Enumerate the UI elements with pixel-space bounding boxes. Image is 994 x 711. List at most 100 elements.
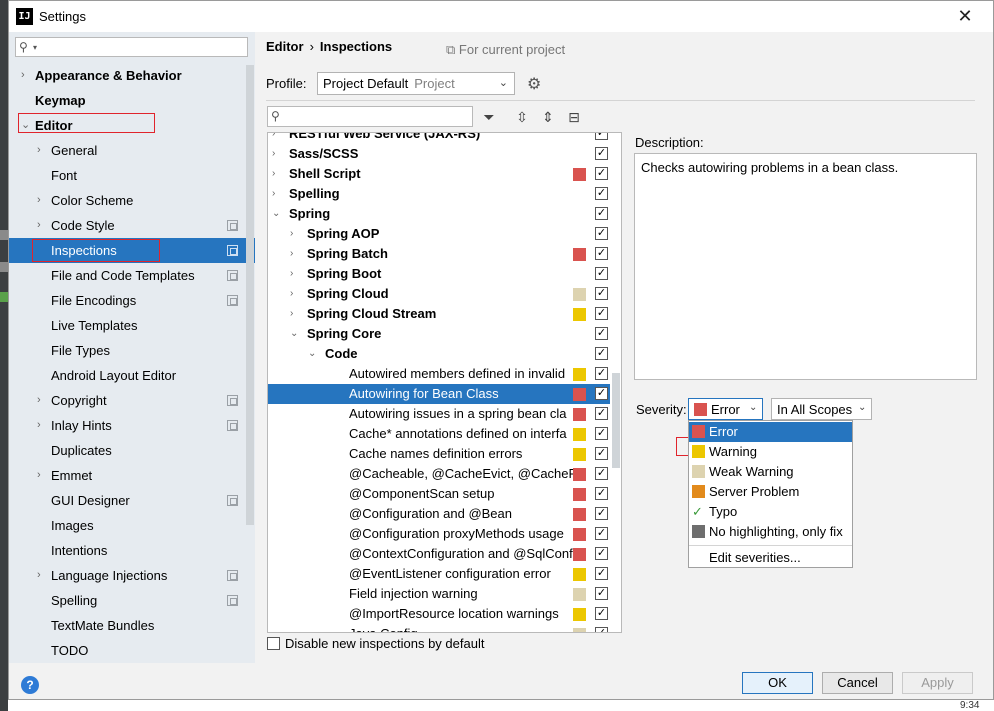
sidebar-item[interactable]: › Inlay Hints xyxy=(9,413,255,438)
inspection-checkbox[interactable]: ✓ xyxy=(595,347,608,360)
chevron-right-icon[interactable]: › xyxy=(37,188,41,213)
inspection-checkbox[interactable]: ✓ xyxy=(595,367,608,380)
inspection-row[interactable]: › RESTful Web Service (JAX-RS) ✓ xyxy=(268,133,610,144)
inspection-checkbox[interactable]: ✓ xyxy=(595,207,608,220)
inspection-row[interactable]: Field injection warning ✓ xyxy=(268,584,610,604)
chevron-right-icon[interactable]: › xyxy=(290,284,293,304)
inspection-checkbox[interactable]: ✓ xyxy=(595,327,608,340)
chevron-right-icon[interactable]: › xyxy=(290,224,293,244)
reset-icon[interactable]: ⊟ xyxy=(565,108,583,126)
ok-button[interactable]: OK xyxy=(742,672,813,694)
inspection-row[interactable]: Cache names definition errors ✓ xyxy=(268,444,610,464)
inspection-checkbox[interactable]: ✓ xyxy=(595,587,608,600)
profile-select[interactable]: Project Default Project ⌄ xyxy=(317,72,515,95)
sidebar-item[interactable]: GUI Designer xyxy=(9,488,255,513)
inspection-row[interactable]: @Configuration proxyMethods usage ✓ xyxy=(268,524,610,544)
inspection-row[interactable]: Java Config ✓ xyxy=(268,624,610,632)
chevron-right-icon[interactable]: › xyxy=(290,304,293,324)
sidebar-item[interactable]: Intentions xyxy=(9,538,255,563)
sidebar-item[interactable]: › Emmet xyxy=(9,463,255,488)
severity-option[interactable]: Warning xyxy=(689,442,852,462)
severity-option[interactable]: Error xyxy=(689,422,852,442)
sidebar-item[interactable]: Font xyxy=(9,163,255,188)
sidebar-item[interactable]: › Color Scheme xyxy=(9,188,255,213)
tree-scrollbar[interactable] xyxy=(612,373,620,468)
inspection-checkbox[interactable]: ✓ xyxy=(595,167,608,180)
inspection-checkbox[interactable]: ✓ xyxy=(595,133,608,140)
inspection-checkbox[interactable]: ✓ xyxy=(595,627,608,632)
inspection-row[interactable]: Autowiring issues in a spring bean cla ✓ xyxy=(268,404,610,424)
inspection-row[interactable]: @ContextConfiguration and @SqlConf ✓ xyxy=(268,544,610,564)
inspection-checkbox[interactable]: ✓ xyxy=(595,287,608,300)
sidebar-item[interactable]: Android Layout Editor xyxy=(9,363,255,388)
inspection-checkbox[interactable]: ✓ xyxy=(595,407,608,420)
inspection-row[interactable]: › Spring Cloud Stream ✓ xyxy=(268,304,610,324)
inspection-checkbox[interactable]: ✓ xyxy=(595,607,608,620)
inspection-row[interactable]: ⌄ Spring Core ✓ xyxy=(268,324,610,344)
chevron-down-icon[interactable]: ⌄ xyxy=(272,204,280,224)
sidebar-item[interactable]: TODO xyxy=(9,638,255,663)
chevron-right-icon[interactable]: › xyxy=(37,563,41,588)
inspection-row[interactable]: › Sass/SCSS ✓ xyxy=(268,144,610,164)
sidebar-scrollbar[interactable] xyxy=(246,65,254,525)
collapse-all-icon[interactable]: ⇕ xyxy=(539,108,557,126)
edit-severities-option[interactable]: Edit severities... xyxy=(689,548,852,568)
chevron-right-icon[interactable]: › xyxy=(37,388,41,413)
sidebar-item[interactable]: › General xyxy=(9,138,255,163)
chevron-right-icon[interactable]: › xyxy=(272,133,275,144)
chevron-right-icon[interactable]: › xyxy=(290,244,293,264)
inspection-row[interactable]: ⌄ Code ✓ xyxy=(268,344,610,364)
chevron-right-icon[interactable]: › xyxy=(272,184,275,204)
cancel-button[interactable]: Cancel xyxy=(822,672,893,694)
sidebar-item[interactable]: TextMate Bundles xyxy=(9,613,255,638)
inspection-checkbox[interactable]: ✓ xyxy=(595,147,608,160)
inspection-row[interactable]: @Cacheable, @CacheEvict, @CachePu ✓ xyxy=(268,464,610,484)
inspection-row[interactable]: Autowired members defined in invalid ✓ xyxy=(268,364,610,384)
inspection-row[interactable]: @EventListener configuration error ✓ xyxy=(268,564,610,584)
severity-select[interactable]: Error ⌄ xyxy=(688,398,763,420)
expand-all-icon[interactable]: ⇳ xyxy=(513,108,531,126)
chevron-right-icon[interactable]: › xyxy=(272,164,275,184)
inspection-row[interactable]: › Spring AOP ✓ xyxy=(268,224,610,244)
settings-search-input[interactable]: ⚲ ▾ xyxy=(15,37,248,57)
sidebar-item[interactable]: Spelling xyxy=(9,588,255,613)
inspection-search-input[interactable]: ⚲ xyxy=(267,106,473,127)
inspection-row[interactable]: › Spring Boot ✓ xyxy=(268,264,610,284)
disable-new-inspections-checkbox[interactable] xyxy=(267,637,280,650)
chevron-down-icon[interactable]: ⌄ xyxy=(290,324,298,344)
inspection-row[interactable]: @Configuration and @Bean ✓ xyxy=(268,504,610,524)
inspection-row[interactable]: Autowiring for Bean Class ✓ xyxy=(268,384,610,404)
scope-select[interactable]: In All Scopes ⌄ xyxy=(771,398,872,420)
inspection-checkbox[interactable]: ✓ xyxy=(595,447,608,460)
sidebar-item[interactable]: File Encodings xyxy=(9,288,255,313)
sidebar-item[interactable]: Images xyxy=(9,513,255,538)
sidebar-item[interactable]: › Code Style xyxy=(9,213,255,238)
sidebar-item[interactable]: Keymap xyxy=(9,88,255,113)
chevron-right-icon[interactable]: › xyxy=(37,413,41,438)
inspection-row[interactable]: › Spelling ✓ xyxy=(268,184,610,204)
inspection-checkbox[interactable]: ✓ xyxy=(595,187,608,200)
severity-option[interactable]: ✓ Typo xyxy=(689,502,852,522)
severity-option[interactable]: No highlighting, only fix xyxy=(689,522,852,542)
severity-option[interactable]: Server Problem xyxy=(689,482,852,502)
inspection-row[interactable]: ⌄ Spring ✓ xyxy=(268,204,610,224)
inspection-checkbox[interactable]: ✓ xyxy=(595,247,608,260)
breadcrumb-editor[interactable]: Editor xyxy=(266,39,304,54)
inspection-checkbox[interactable]: ✓ xyxy=(595,567,608,580)
inspection-row[interactable]: › Spring Batch ✓ xyxy=(268,244,610,264)
chevron-down-icon[interactable]: ⌄ xyxy=(308,344,316,364)
close-button[interactable]: ✕ xyxy=(953,4,977,28)
gear-icon[interactable]: ⚙ xyxy=(527,74,541,94)
inspection-checkbox[interactable]: ✓ xyxy=(595,427,608,440)
chevron-right-icon[interactable]: › xyxy=(37,213,41,238)
help-button[interactable]: ? xyxy=(21,676,39,694)
sidebar-item[interactable]: File Types xyxy=(9,338,255,363)
inspection-checkbox[interactable]: ✓ xyxy=(595,467,608,480)
inspection-row[interactable]: @ImportResource location warnings ✓ xyxy=(268,604,610,624)
inspection-checkbox[interactable]: ✓ xyxy=(595,227,608,240)
inspection-checkbox[interactable]: ✓ xyxy=(595,487,608,500)
sidebar-item[interactable]: Duplicates xyxy=(9,438,255,463)
inspection-checkbox[interactable]: ✓ xyxy=(595,267,608,280)
sidebar-item[interactable]: › Appearance & Behavior xyxy=(9,63,255,88)
apply-button[interactable]: Apply xyxy=(902,672,973,694)
